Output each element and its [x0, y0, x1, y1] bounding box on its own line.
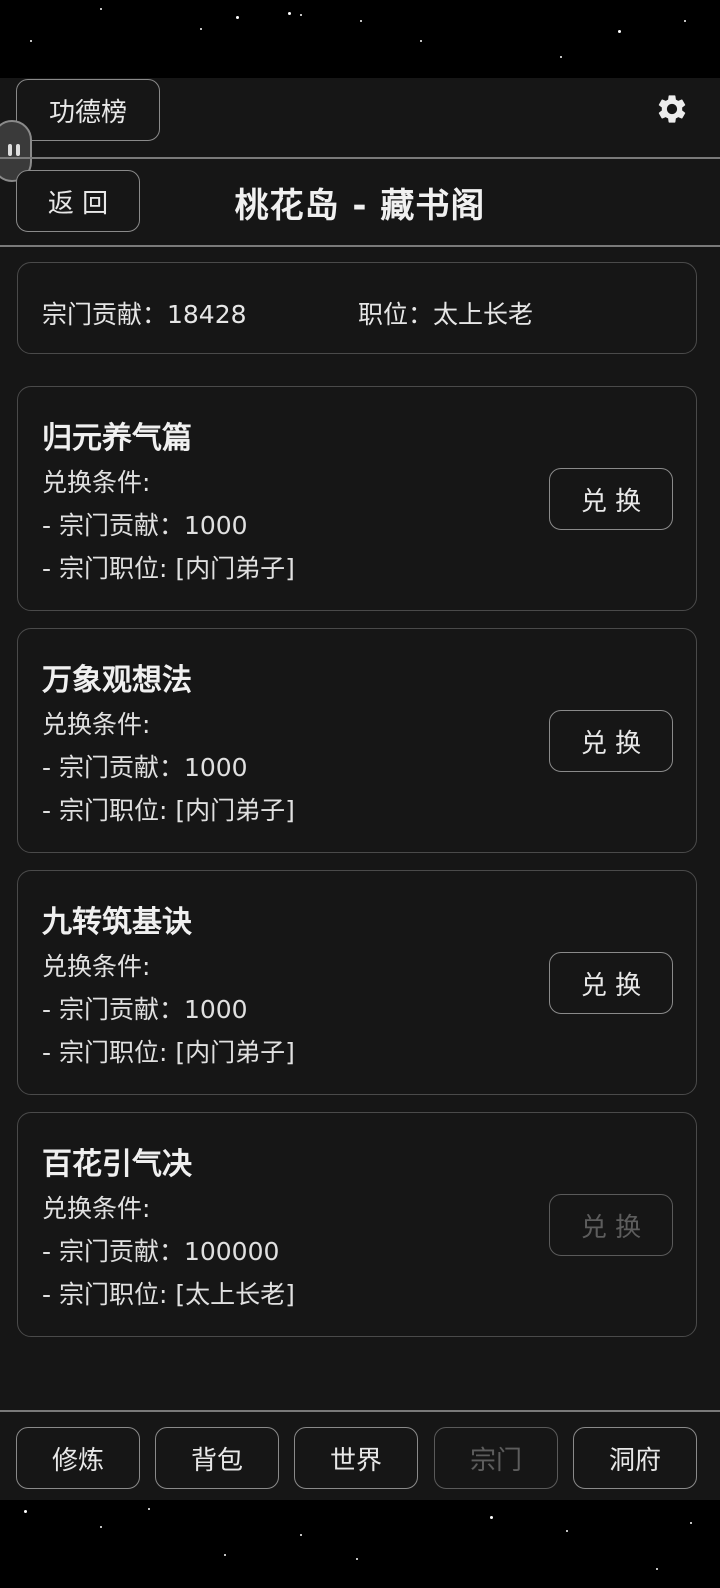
leaderboard-button[interactable]: 功德榜 [16, 79, 160, 141]
item-name: 万象观想法 [42, 663, 192, 698]
nav-world-button[interactable]: 世界 [294, 1427, 418, 1489]
condition-position: - 宗门职位: [内门弟子] [42, 1038, 295, 1067]
starfield-top [0, 0, 720, 78]
condition-position: - 宗门职位: [内门弟子] [42, 554, 295, 583]
title-divider [0, 245, 720, 247]
condition-position: - 宗门职位: [太上长老] [42, 1280, 295, 1309]
exchange-button[interactable]: 兑 换 [549, 952, 673, 1014]
exchange-button[interactable]: 兑 换 [549, 710, 673, 772]
starfield-bottom [0, 1500, 720, 1588]
contribution-label: 宗门贡献：18428 [42, 300, 247, 329]
nav-sect-button: 宗门 [434, 1427, 558, 1489]
exchange-button[interactable]: 兑 换 [549, 468, 673, 530]
item-card: 九转筑基诀 兑换条件: - 宗门贡献：1000 - 宗门职位: [内门弟子] 兑… [17, 870, 697, 1095]
exchange-button-disabled: 兑 换 [549, 1194, 673, 1256]
condition-contribution: - 宗门贡献：1000 [42, 511, 248, 540]
nav-divider [0, 1410, 720, 1412]
position-label: 职位：太上长老 [358, 300, 534, 329]
condition-title: 兑换条件: [42, 468, 151, 497]
item-card: 百花引气决 兑换条件: - 宗门贡献：100000 - 宗门职位: [太上长老]… [17, 1112, 697, 1337]
nav-inventory-button[interactable]: 背包 [155, 1427, 279, 1489]
condition-position: - 宗门职位: [内门弟子] [42, 796, 295, 825]
page-title: 桃花岛 - 藏书阁 [234, 186, 486, 226]
condition-contribution: - 宗门贡献：1000 [42, 753, 248, 782]
header-divider [0, 157, 720, 159]
sect-info-card: 宗门贡献：18428 职位：太上长老 [17, 262, 697, 354]
condition-title: 兑换条件: [42, 710, 151, 739]
condition-title: 兑换条件: [42, 952, 151, 981]
item-name: 九转筑基诀 [42, 905, 192, 940]
condition-title: 兑换条件: [42, 1194, 151, 1223]
condition-contribution: - 宗门贡献：100000 [42, 1237, 280, 1266]
nav-cave-button[interactable]: 洞府 [573, 1427, 697, 1489]
condition-contribution: - 宗门贡献：1000 [42, 995, 248, 1024]
item-name: 百花引气决 [42, 1147, 192, 1182]
item-name: 归元养气篇 [42, 421, 192, 456]
item-card: 归元养气篇 兑换条件: - 宗门贡献：1000 - 宗门职位: [内门弟子] 兑… [17, 386, 697, 611]
nav-cultivate-button[interactable]: 修炼 [16, 1427, 140, 1489]
gear-icon[interactable] [655, 92, 689, 126]
item-card: 万象观想法 兑换条件: - 宗门贡献：1000 - 宗门职位: [内门弟子] 兑… [17, 628, 697, 853]
